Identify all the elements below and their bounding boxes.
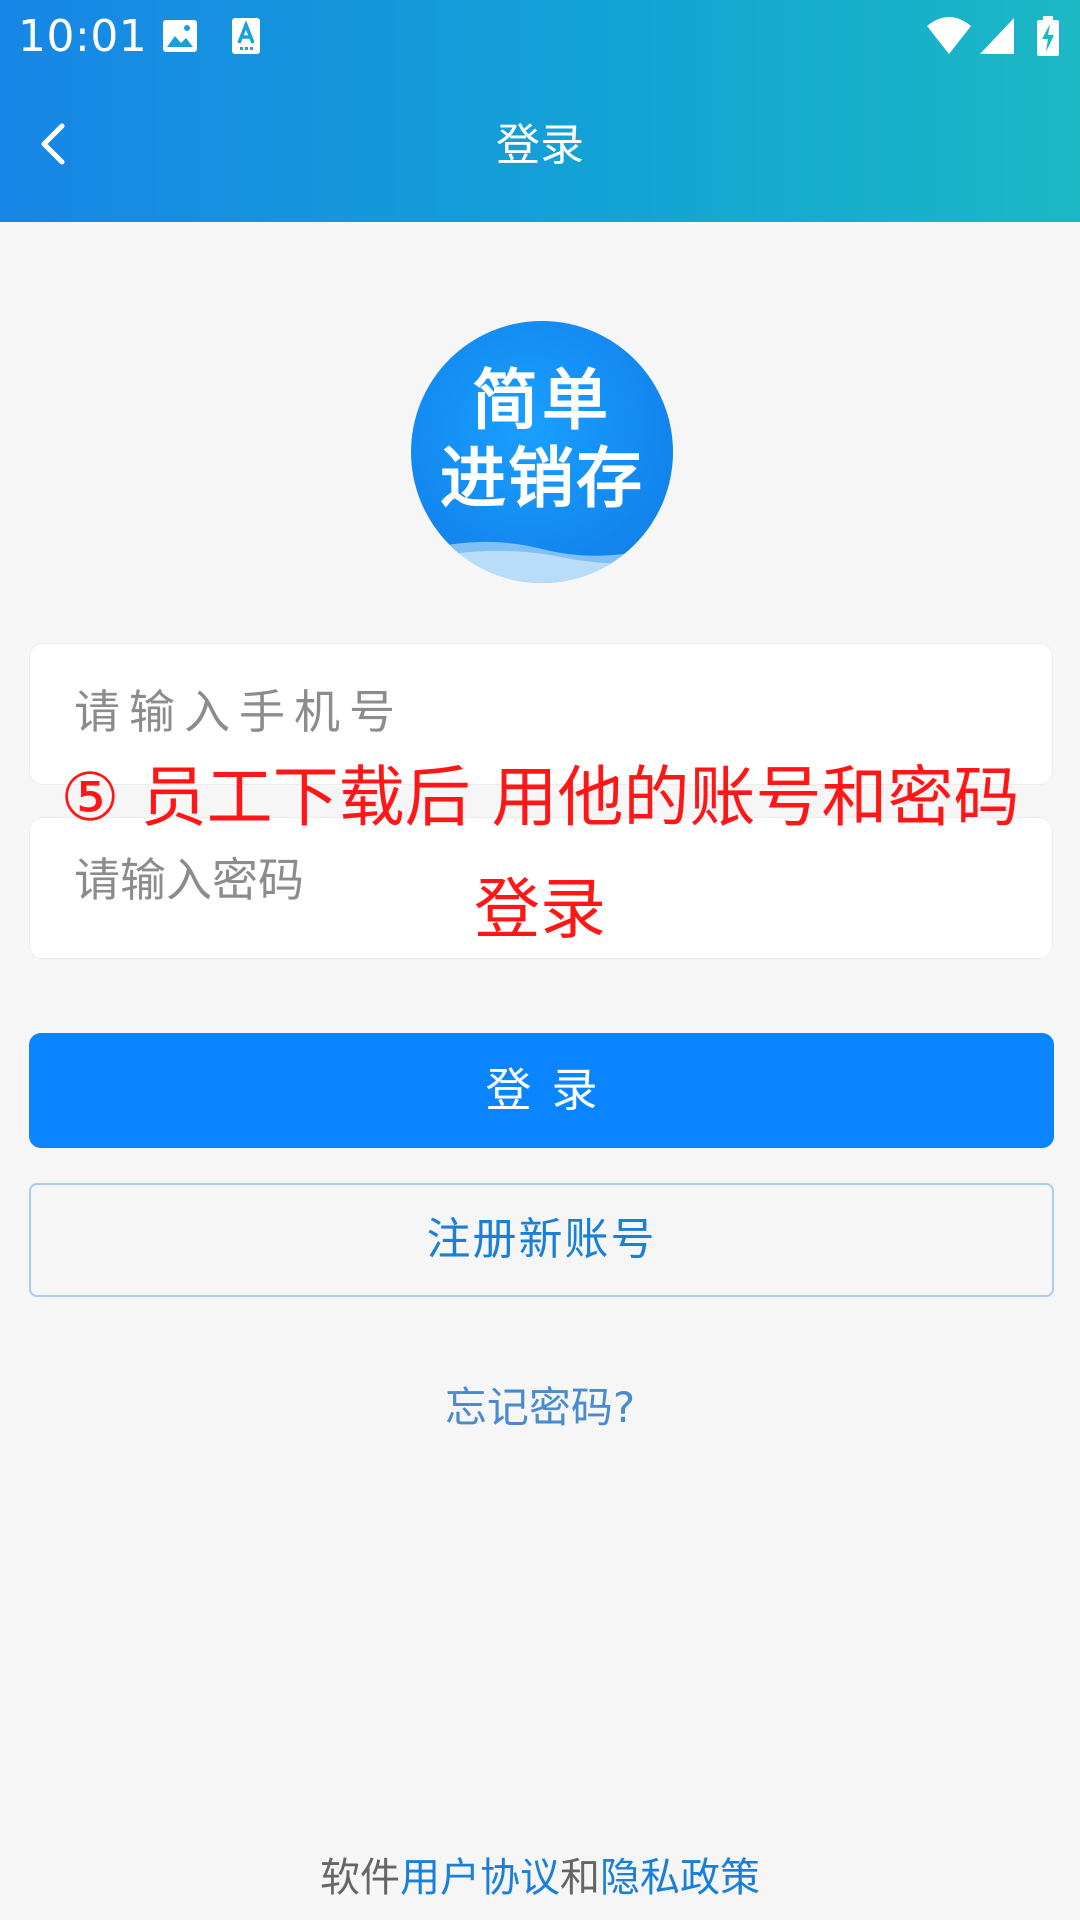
logo-text-line1: 简单 xyxy=(472,362,612,439)
login-button[interactable]: 登录 xyxy=(29,1033,1054,1148)
battery-charging-icon xyxy=(1036,16,1060,56)
status-clock: 10:01 xyxy=(18,11,148,62)
register-button[interactable]: 注册新账号 xyxy=(29,1183,1054,1297)
forgot-password-link[interactable]: 忘记密码? xyxy=(390,1378,690,1438)
signal-icon xyxy=(978,16,1018,56)
password-field xyxy=(29,810,1053,959)
logo-text-line2: 进销存 xyxy=(440,440,644,517)
privacy-policy-link[interactable]: 隐私政策 xyxy=(600,1855,760,1901)
user-agreement-link[interactable]: 用户协议 xyxy=(400,1855,560,1901)
app-logo: 简单 进销存 xyxy=(411,321,673,583)
app-bar: 登录 xyxy=(0,74,1080,222)
status-bar: 10:01 xyxy=(0,0,1080,74)
text-icon xyxy=(226,16,266,56)
phone-field xyxy=(29,642,1053,785)
password-input[interactable] xyxy=(74,810,1014,950)
chevron-left-icon xyxy=(41,123,65,165)
footer-agreement: 软件用户协议和隐私政策 xyxy=(0,1848,1080,1908)
header: 10:01 登录 xyxy=(0,0,1080,222)
wifi-icon xyxy=(925,16,973,56)
back-button[interactable] xyxy=(22,112,86,176)
page-title: 登录 xyxy=(496,120,584,171)
footer-prefix: 软件 xyxy=(320,1855,400,1901)
phone-input[interactable] xyxy=(74,642,1014,782)
image-icon xyxy=(160,16,200,56)
footer-conjunction: 和 xyxy=(560,1855,600,1901)
